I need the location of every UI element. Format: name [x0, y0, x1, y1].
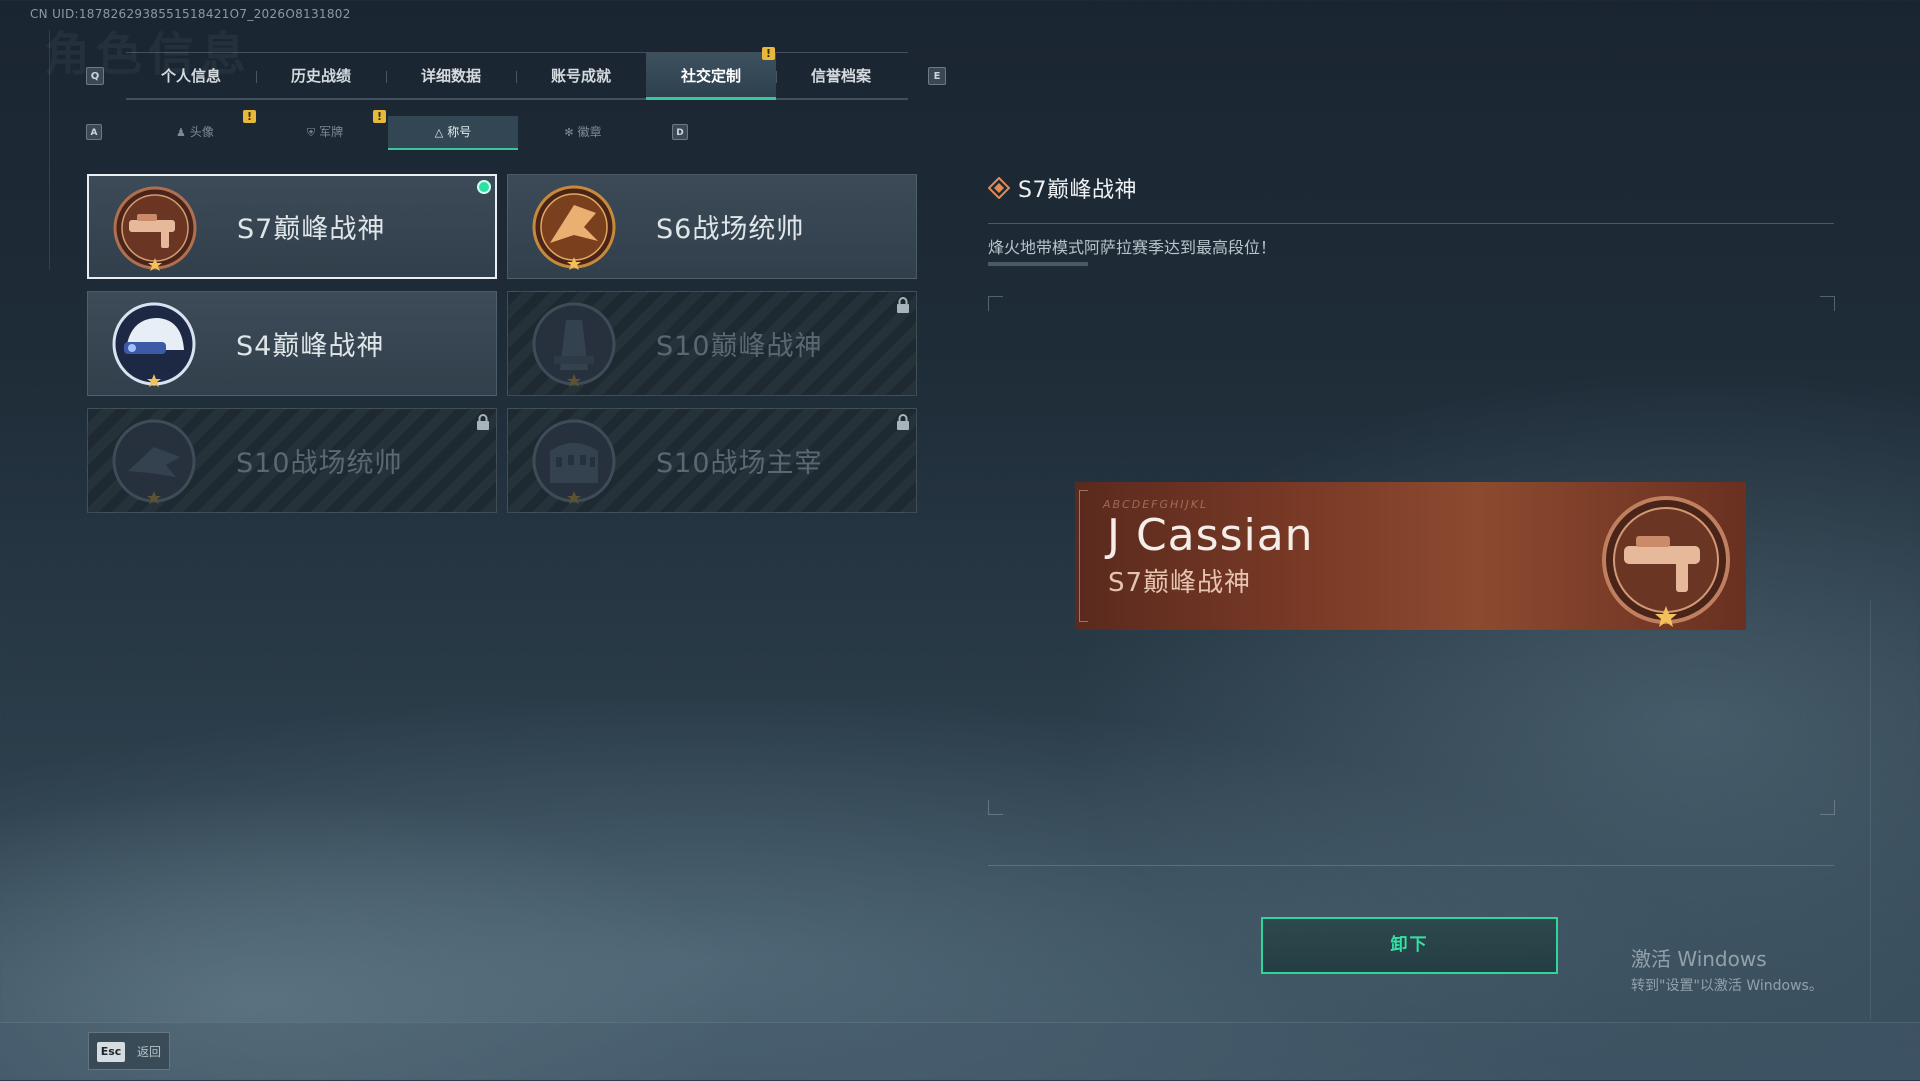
detail-sub-line — [988, 262, 1088, 266]
tab-label: 社交定制 — [680, 67, 741, 85]
tab-label: 历史战绩 — [290, 67, 351, 85]
sub-tab-bar: A ♟ 头像 ! ⛨ 军牌 ! △ 称号 ✻ 徽章 D — [86, 110, 688, 150]
detail-title: S7巅峰战神 — [1018, 178, 1137, 203]
dogtag-icon: ⛨ — [306, 126, 316, 139]
tab-notification-icon: ! — [762, 47, 775, 60]
unequip-button[interactable]: 卸下 — [1261, 917, 1558, 974]
tab-social-customization[interactable]: 社交定制 — [646, 53, 776, 100]
plate-weapon-emblem-icon — [1602, 496, 1730, 627]
title-card-s10-peak-locked[interactable]: S10巅峰战神 — [507, 291, 917, 396]
equipped-indicator-icon — [477, 180, 491, 194]
subtab-label: 称号 — [447, 125, 472, 139]
s6-jet-emblem-icon — [532, 185, 616, 270]
tab-bar-bottom-line — [126, 98, 908, 100]
title-name: S10战场主宰 — [656, 448, 823, 479]
lock-icon — [477, 414, 489, 430]
panel-corner-bl — [988, 800, 1003, 815]
title-name: S10战场统帅 — [236, 448, 403, 479]
watermark-line2: 转到"设置"以激活 Windows。 — [1631, 978, 1823, 994]
windows-activation-watermark: 激活 Windows 转到"设置"以激活 Windows。 — [1631, 943, 1823, 995]
title-name: S6战场统帅 — [656, 214, 805, 245]
tab-achievements[interactable]: 账号成就 — [516, 53, 646, 98]
footer-bar — [0, 1022, 1920, 1081]
s7-weapon-emblem-icon — [113, 186, 197, 271]
title-name: S4巅峰战神 — [236, 331, 385, 362]
tab-label: 详细数据 — [420, 67, 481, 85]
next-subtab-key-hint[interactable]: D — [672, 124, 688, 140]
watermark-line1: 激活 Windows — [1631, 947, 1767, 971]
triangle-icon: △ — [434, 126, 444, 139]
tab-label: 账号成就 — [550, 67, 611, 85]
plate-bracket — [1079, 490, 1088, 622]
s4-helmet-emblem-icon — [112, 302, 196, 387]
prev-subtab-key-hint[interactable]: A — [86, 124, 102, 140]
panel-corner-br — [1820, 800, 1835, 815]
tab-personal-info[interactable]: 个人信息 — [126, 53, 256, 98]
person-icon: ♟ — [176, 126, 186, 139]
nameplate-preview: ABCDEFGHIJKL J Cassian S7巅峰战神 — [1075, 482, 1746, 630]
detail-divider — [988, 223, 1834, 224]
title-name: S10巅峰战神 — [656, 331, 823, 362]
hud-line-right — [1870, 600, 1871, 1020]
subtab-avatar-notification-icon: ! — [243, 110, 256, 123]
title-card-s7-peak[interactable]: S7巅峰战神 — [87, 174, 497, 279]
subtab-badge[interactable]: ✻ 徽章 — [518, 116, 648, 149]
diamond-icon — [988, 177, 1010, 199]
title-card-s6-commander[interactable]: S6战场统帅 — [507, 174, 917, 279]
panel-corner-tr — [1820, 296, 1835, 311]
detail-header: S7巅峰战神 — [988, 172, 1137, 204]
back-label: 返回 — [137, 1045, 162, 1059]
title-card-s4-peak[interactable]: S4巅峰战神 — [87, 291, 497, 396]
tab-label: 信誉档案 — [810, 67, 871, 85]
tab-label: 个人信息 — [160, 67, 221, 85]
s10-jet-emblem-icon — [112, 419, 196, 504]
title-card-s10-dominator-locked[interactable]: S10战场主宰 — [507, 408, 917, 513]
subtab-label: 军牌 — [319, 125, 344, 139]
tab-history[interactable]: 历史战绩 — [256, 53, 386, 98]
s10-colosseum-emblem-icon — [532, 419, 616, 504]
panel-bottom-divider — [988, 865, 1834, 866]
subtab-avatar[interactable]: ♟ 头像 — [130, 116, 260, 149]
title-card-s10-commander-locked[interactable]: S10战场统帅 — [87, 408, 497, 513]
prev-tab-key-hint[interactable]: Q — [86, 67, 104, 85]
title-name: S7巅峰战神 — [237, 214, 386, 245]
tab-reputation[interactable]: 信誉档案 — [776, 53, 906, 98]
subtab-dogtag[interactable]: ⛨ 军牌 — [260, 116, 390, 149]
subtab-title[interactable]: △ 称号 — [388, 116, 518, 150]
plate-player-name: J Cassian — [1107, 510, 1314, 561]
s10-tower-emblem-icon — [532, 302, 616, 387]
main-tab-bar: Q 个人信息 历史战绩 详细数据 账号成就 社交定制 信誉档案 ! E — [86, 47, 946, 100]
panel-corner-tl — [988, 296, 1003, 311]
detail-description: 烽火地带模式阿萨拉赛季达到最高段位！ — [988, 238, 1277, 257]
subtab-dogtag-notification-icon: ! — [373, 110, 386, 123]
lock-icon — [897, 297, 909, 313]
badge-icon: ✻ — [564, 126, 574, 139]
tab-detailed-data[interactable]: 详细数据 — [386, 53, 516, 98]
back-button[interactable]: Esc 返回 — [88, 1032, 170, 1070]
next-tab-key-hint[interactable]: E — [928, 67, 946, 85]
esc-key-hint: Esc — [97, 1042, 125, 1062]
subtab-label: 头像 — [189, 125, 214, 139]
lock-icon — [897, 414, 909, 430]
subtab-label: 徽章 — [577, 125, 602, 139]
plate-title: S7巅峰战神 — [1108, 568, 1252, 598]
